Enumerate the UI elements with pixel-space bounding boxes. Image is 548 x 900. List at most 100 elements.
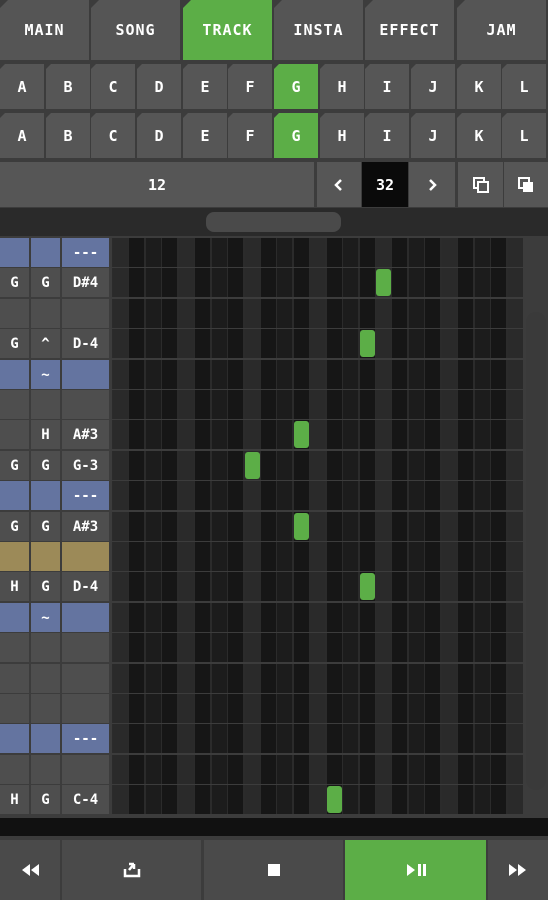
grid-cell[interactable] [475, 785, 490, 814]
grid-cell[interactable] [277, 785, 292, 814]
grid-cell[interactable] [146, 542, 161, 571]
grid-cell[interactable] [261, 238, 276, 267]
grid-cell[interactable] [228, 481, 243, 510]
pattern-b-h[interactable]: H [320, 113, 364, 158]
grid-cell[interactable] [360, 512, 375, 541]
grid-cell[interactable] [113, 390, 128, 419]
grid-cell[interactable] [327, 420, 342, 449]
grid-cell[interactable] [310, 664, 325, 693]
grid-cell[interactable] [376, 572, 391, 601]
grid-cell[interactable] [212, 542, 227, 571]
grid-cell[interactable] [195, 481, 210, 510]
row-0-c1[interactable] [0, 238, 29, 267]
row-15-c3[interactable] [62, 694, 109, 723]
grid-cell[interactable] [376, 694, 391, 723]
row-14-c1[interactable] [0, 664, 29, 693]
row-12-c1[interactable] [0, 603, 29, 632]
row-13-c1[interactable] [0, 633, 29, 662]
grid-cell[interactable] [162, 694, 177, 723]
note-block[interactable] [294, 421, 309, 448]
note-block[interactable] [294, 513, 309, 540]
grid-cell[interactable] [245, 572, 260, 601]
grid-cell[interactable] [129, 512, 144, 541]
grid-cell[interactable] [212, 664, 227, 693]
grid-cell[interactable] [376, 542, 391, 571]
grid-cell[interactable] [491, 299, 506, 328]
grid-cell[interactable] [179, 238, 194, 267]
grid-cell[interactable] [113, 724, 128, 753]
grid-cell[interactable] [261, 299, 276, 328]
grid-cell[interactable] [392, 664, 407, 693]
grid-cell[interactable] [491, 329, 506, 358]
grid-cell[interactable] [442, 329, 457, 358]
grid-cell[interactable] [360, 542, 375, 571]
grid-cell[interactable] [129, 299, 144, 328]
row-17-c1[interactable] [0, 755, 29, 784]
grid-cell[interactable] [458, 664, 473, 693]
grid-cell[interactable] [442, 633, 457, 662]
grid-cell[interactable] [327, 603, 342, 632]
grid-cell[interactable] [261, 785, 276, 814]
grid-cell[interactable] [327, 299, 342, 328]
grid-cell[interactable] [508, 420, 523, 449]
grid-cell[interactable] [458, 390, 473, 419]
grid-cell[interactable] [376, 724, 391, 753]
grid-cell[interactable] [360, 603, 375, 632]
grid-cell[interactable] [179, 542, 194, 571]
grid-cell[interactable] [228, 390, 243, 419]
grid-cell[interactable] [129, 268, 144, 297]
grid-cell[interactable] [195, 694, 210, 723]
grid-cell[interactable] [508, 268, 523, 297]
grid-cell[interactable] [310, 512, 325, 541]
grid-cell[interactable] [491, 694, 506, 723]
grid-cell[interactable] [458, 481, 473, 510]
row-1-c3[interactable]: D#4 [62, 268, 109, 297]
grid-cell[interactable] [277, 664, 292, 693]
grid-cell[interactable] [162, 664, 177, 693]
pattern-a-b[interactable]: B [46, 64, 90, 109]
grid-cell[interactable] [245, 755, 260, 784]
fast-forward-button[interactable] [488, 840, 548, 900]
grid-cell[interactable] [310, 390, 325, 419]
grid-cell[interactable] [458, 451, 473, 480]
grid-cell[interactable] [508, 633, 523, 662]
grid-cell[interactable] [212, 512, 227, 541]
grid-cell[interactable] [162, 360, 177, 389]
grid-cell[interactable] [392, 542, 407, 571]
grid-cell[interactable] [442, 451, 457, 480]
row-13-c3[interactable] [62, 633, 109, 662]
grid-cell[interactable] [129, 542, 144, 571]
grid-cell[interactable] [458, 724, 473, 753]
length-display[interactable]: 32 [362, 162, 408, 207]
grid-cell[interactable] [212, 755, 227, 784]
grid-cell[interactable] [294, 633, 309, 662]
grid-cell[interactable] [277, 420, 292, 449]
grid-cell[interactable] [294, 785, 309, 814]
grid-cell[interactable] [212, 451, 227, 480]
grid-cell[interactable] [294, 542, 309, 571]
grid-cell[interactable] [327, 360, 342, 389]
grid-cell[interactable] [195, 238, 210, 267]
row-7-c1[interactable]: G [0, 451, 29, 480]
grid-cell[interactable] [195, 390, 210, 419]
grid-cell[interactable] [277, 299, 292, 328]
grid-cell[interactable] [508, 238, 523, 267]
row-8-c3[interactable]: --- [62, 481, 109, 510]
grid-cell[interactable] [343, 542, 358, 571]
grid-cell[interactable] [294, 299, 309, 328]
grid-cell[interactable] [425, 268, 440, 297]
grid-cell[interactable] [245, 238, 260, 267]
grid-cell[interactable] [113, 420, 128, 449]
grid-cell[interactable] [146, 451, 161, 480]
grid-cell[interactable] [129, 329, 144, 358]
row-14-c2[interactable] [31, 664, 60, 693]
grid-cell[interactable] [442, 542, 457, 571]
grid-cell[interactable] [294, 360, 309, 389]
grid-cell[interactable] [475, 512, 490, 541]
grid-cell[interactable] [442, 299, 457, 328]
grid-cell[interactable] [491, 268, 506, 297]
grid-cell[interactable] [508, 664, 523, 693]
grid-cell[interactable] [179, 420, 194, 449]
grid-cell[interactable] [228, 755, 243, 784]
grid-cell[interactable] [376, 481, 391, 510]
